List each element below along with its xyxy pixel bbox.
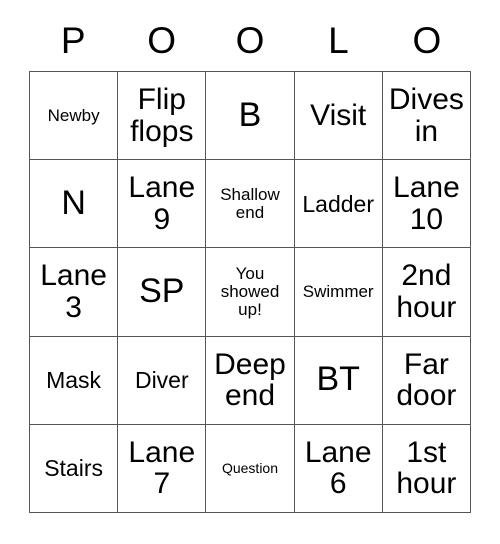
bingo-header-letter-1: O: [147, 19, 176, 61]
bingo-cell-r5c3[interactable]: Question: [206, 424, 295, 513]
bingo-cell-r2c1[interactable]: N: [30, 160, 119, 249]
bingo-cell-label: 2nd hour: [396, 259, 457, 324]
bingo-header-letter-0: P: [60, 19, 86, 61]
bingo-cell-label: Diver: [134, 367, 189, 394]
bingo-cell-label: Lane 9: [128, 171, 196, 236]
bingo-cell-r4c2[interactable]: Diver: [118, 336, 207, 425]
bingo-cell-r2c5[interactable]: Lane 10: [382, 160, 471, 249]
bingo-cell-r2c2[interactable]: Lane 9: [118, 160, 207, 249]
bingo-header-row: P O O L O: [29, 14, 471, 66]
bingo-header-letter-2: O: [235, 19, 265, 61]
bingo-cell-label: Lane 6: [304, 435, 372, 501]
bingo-cell-label: Lane 3: [40, 259, 107, 324]
bingo-cell-label: B: [238, 95, 262, 134]
bingo-header-letter-4: O: [412, 19, 442, 61]
bingo-cell-r4c4[interactable]: BT: [294, 336, 383, 425]
bingo-cell-r1c5[interactable]: Dives in: [382, 72, 471, 161]
bingo-cell-r1c1[interactable]: Newby: [30, 72, 119, 161]
bingo-cell-label: Visit: [310, 98, 367, 132]
bingo-cell-r2c3[interactable]: Shallow end: [206, 160, 295, 249]
bingo-cell-label: Swimmer: [302, 282, 374, 302]
bingo-cell-label: Shallow end: [220, 184, 280, 222]
bingo-cell-label: Stairs: [44, 455, 103, 482]
bingo-cell-r3c5[interactable]: 2nd hour: [382, 248, 471, 337]
bingo-cell-label: Far door: [396, 347, 457, 413]
bingo-cell-label: N: [61, 183, 86, 222]
bingo-cell-r1c2[interactable]: Flip flops: [118, 72, 207, 161]
bingo-cell-r5c4[interactable]: Lane 6: [294, 424, 383, 513]
bingo-cell-r2c4[interactable]: Ladder: [294, 160, 383, 249]
bingo-cell-label: You showed up!: [220, 264, 280, 319]
bingo-cell-r4c1[interactable]: Mask: [30, 336, 119, 425]
bingo-cell-r1c4[interactable]: Visit: [294, 72, 383, 161]
bingo-cell-label: Lane 10: [393, 171, 460, 236]
bingo-cell-label: Ladder: [302, 190, 374, 217]
bingo-grid: Newby Flip flops B Visit Dives in N Lane…: [29, 71, 471, 513]
bingo-cell-label: Flip flops: [130, 83, 194, 148]
bingo-cell-label: SP: [139, 272, 185, 311]
bingo-cell-label: Mask: [46, 367, 102, 394]
bingo-cell-r5c1[interactable]: Stairs: [30, 424, 119, 513]
bingo-cell-label: Deep end: [214, 347, 286, 413]
bingo-cell-r1c3[interactable]: B: [206, 72, 295, 161]
bingo-cell-label: 1st hour: [396, 435, 457, 501]
bingo-cell-r5c2[interactable]: Lane 7: [118, 424, 207, 513]
bingo-cell-r5c5[interactable]: 1st hour: [382, 424, 471, 513]
bingo-cell-r3c1[interactable]: Lane 3: [30, 248, 119, 337]
bingo-cell-r4c3[interactable]: Deep end: [206, 336, 295, 425]
bingo-cell-label: Lane 7: [128, 435, 196, 501]
bingo-cell-label: Newby: [47, 105, 100, 125]
bingo-cell-r3c3[interactable]: You showed up!: [206, 248, 295, 337]
bingo-cell-r3c2[interactable]: SP: [118, 248, 207, 337]
bingo-cell-r3c4[interactable]: Swimmer: [294, 248, 383, 337]
bingo-cell-label: BT: [316, 360, 360, 399]
bingo-header-letter-3: L: [328, 19, 349, 61]
bingo-card: P O O L O Newby Flip flops B Visit Dives…: [0, 0, 500, 544]
bingo-cell-r4c5[interactable]: Far door: [382, 336, 471, 425]
bingo-cell-label: Dives in: [388, 83, 464, 148]
bingo-cell-label: Question: [221, 460, 279, 477]
